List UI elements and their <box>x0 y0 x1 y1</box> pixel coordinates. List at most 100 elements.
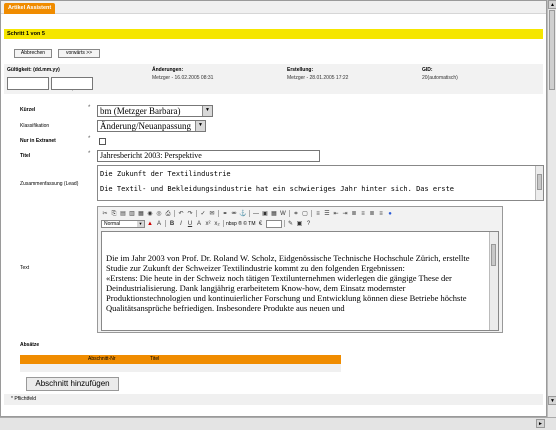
tab-artikel-assistent[interactable]: Artikel Assistent <box>4 3 56 14</box>
page-horizontal-scrollbar[interactable]: ► <box>0 417 556 430</box>
dictionary-icon[interactable]: ▣ <box>296 220 304 228</box>
undo-icon[interactable]: ↶ <box>177 210 185 218</box>
summary-textarea[interactable]: Die Zukunft der Textilindustrie Die Text… <box>97 165 544 201</box>
klass-label: Klassifikation <box>20 123 50 129</box>
text-color-icon[interactable]: ▲ <box>146 220 154 228</box>
editor-toolbar-row-1: ✂ ⎘ ▤ ▥ ▦ ◉ ◎ ⎙ ↶ ↷ ✓ ✉ ⚭ ⚮ ⚓ ― ▣ ▦ W ⌗ … <box>101 209 394 218</box>
page-vertical-scrollbar[interactable]: ▲ ▼ <box>547 0 556 417</box>
bold-icon[interactable]: B <box>168 220 176 228</box>
indent-icon[interactable]: ⇥ <box>341 210 349 218</box>
table-icon[interactable]: ▦ <box>270 210 278 218</box>
special-char-icon[interactable]: € <box>257 220 265 228</box>
required-star: * <box>88 151 91 157</box>
title-input[interactable]: Jahresbericht 2003: Perspektive <box>97 150 320 162</box>
summary-label: Zusammenfassung (Lead) <box>20 181 79 187</box>
chevron-down-icon: ▼ <box>202 106 212 116</box>
style-select[interactable]: Normal ▼ <box>101 219 145 228</box>
font-size-icon[interactable]: A <box>195 220 203 228</box>
replace-icon[interactable]: ◎ <box>155 210 163 218</box>
underline-icon[interactable]: U <box>186 220 194 228</box>
scroll-right-icon[interactable]: ► <box>536 419 545 428</box>
copy-icon[interactable]: ⎘ <box>110 210 118 218</box>
absaetze-table-header: Abschnitt-Nr Titel <box>20 355 341 364</box>
scroll-thumb[interactable] <box>491 244 496 266</box>
superscript-icon[interactable]: x² <box>204 220 212 228</box>
required-note: * Pflichtfeld <box>4 394 543 405</box>
italic-icon[interactable]: I <box>177 220 185 228</box>
nbsp-chars[interactable]: nbsp ® © TM <box>226 221 256 227</box>
changes-label: Änderungen: <box>152 67 184 73</box>
summary-line: Die Textil- und Bekleidungsindustrie hat… <box>100 185 455 193</box>
chevron-down-icon: ▼ <box>195 121 205 131</box>
align-center-icon[interactable]: ≡ <box>359 210 367 218</box>
summary-scrollbar[interactable] <box>535 166 543 200</box>
rich-text-editor: ✂ ⎘ ▤ ▥ ▦ ◉ ◎ ⎙ ↶ ↷ ✓ ✉ ⚭ ⚮ ⚓ ― ▣ ▦ W ⌗ … <box>97 206 503 333</box>
scroll-thumb[interactable] <box>549 10 555 90</box>
source-icon[interactable]: ⌗ <box>292 210 300 218</box>
required-star: * <box>88 105 91 111</box>
summary-line: Die Zukunft der Textilindustrie <box>100 170 231 178</box>
kuerzel-value: bm (Metzger Barbara) <box>100 106 181 116</box>
bg-color-icon[interactable]: A <box>155 220 163 228</box>
gid-label: GID: <box>422 67 433 73</box>
char-select[interactable] <box>265 219 282 228</box>
outdent-icon[interactable]: ⇤ <box>332 210 340 218</box>
klass-select[interactable]: Änderung/Neuanpassung ▼ <box>97 120 206 132</box>
validity-from-input[interactable] <box>7 77 49 90</box>
paste-text-icon[interactable]: ▥ <box>128 210 136 218</box>
image-icon[interactable]: ▣ <box>261 210 269 218</box>
wizard-frame: Artikel Assistent Schritt 1 von 5 Abbrec… <box>0 0 547 417</box>
gid-value: 20(automatisch) <box>422 75 458 81</box>
editor-content[interactable]: Die im Jahr 2003 von Prof. Dr. Roland W.… <box>101 231 499 331</box>
scroll-up-icon[interactable]: ▲ <box>548 0 556 9</box>
redo-icon[interactable]: ↷ <box>186 210 194 218</box>
absaetze-label: Absätze <box>20 342 40 348</box>
paste-icon[interactable]: ▤ <box>119 210 127 218</box>
anchor-icon[interactable]: ⚓ <box>239 210 247 218</box>
bullet-list-icon[interactable]: ☰ <box>323 210 331 218</box>
editor-paragraph: Die im Jahr 2003 von Prof. Dr. Roland W.… <box>106 253 470 273</box>
align-right-icon[interactable]: ≣ <box>368 210 376 218</box>
created-label: Erstellung: <box>287 67 314 73</box>
rule-icon[interactable]: ― <box>252 210 260 218</box>
color-icon[interactable]: ● <box>386 210 394 218</box>
justify-icon[interactable]: ≡ <box>377 210 385 218</box>
help-icon[interactable]: ? <box>305 220 313 228</box>
cut-icon[interactable]: ✂ <box>101 210 109 218</box>
validity-to-input[interactable]: . <box>51 77 93 93</box>
klass-value: Änderung/Neuanpassung <box>100 121 191 131</box>
scroll-thumb[interactable] <box>537 174 542 190</box>
editor-toolbar-row-2: Normal ▼ ▲ A B I U A x² x₂ nbsp ® © TM €… <box>101 219 313 228</box>
meta-panel: Gültigkeit: (dd.mm.yy) . Änderungen: Met… <box>4 64 543 94</box>
required-star: * <box>88 136 91 142</box>
spellcheck-icon[interactable]: ✓ <box>199 210 207 218</box>
cancel-button[interactable]: Abbrechen <box>14 49 52 58</box>
print-icon[interactable]: ⎙ <box>164 210 172 218</box>
step-indicator: Schritt 1 von 5 <box>4 29 543 39</box>
find-icon[interactable]: ◉ <box>146 210 154 218</box>
subscript-icon[interactable]: x₂ <box>213 220 221 228</box>
unlink-icon[interactable]: ⚮ <box>230 210 238 218</box>
style-value: Normal <box>104 220 121 227</box>
paste-word-icon[interactable]: ▦ <box>137 210 145 218</box>
created-value: Metzger - 28.01.2005 17:22 <box>287 75 349 81</box>
validity-label: Gültigkeit: (dd.mm.yy) <box>7 67 60 73</box>
preview-icon[interactable]: ▢ <box>301 210 309 218</box>
add-section-button[interactable]: Abschnitt hinzufügen <box>26 377 119 391</box>
ordered-list-icon[interactable]: ≡ <box>314 210 322 218</box>
mail-icon[interactable]: ✉ <box>208 210 216 218</box>
align-left-icon[interactable]: ≣ <box>350 210 358 218</box>
word-icon[interactable]: W <box>279 210 287 218</box>
next-button[interactable]: vorwärts >> <box>58 49 100 58</box>
tab-bar: Artikel Assistent <box>1 1 546 14</box>
col-titel: Titel <box>150 356 160 362</box>
absaetze-table-row <box>20 364 341 372</box>
link-icon[interactable]: ⚭ <box>221 210 229 218</box>
col-abschnitt-nr: Abschnitt-Nr <box>88 356 116 362</box>
editor-scrollbar[interactable] <box>489 232 498 330</box>
kuerzel-select[interactable]: bm (Metzger Barbara) ▼ <box>97 105 213 117</box>
editor-paragraph: «Erstens: Die heute in der Schweiz noch … <box>106 273 467 313</box>
paintbrush-icon[interactable]: ✎ <box>287 220 295 228</box>
scroll-down-icon[interactable]: ▼ <box>548 396 556 405</box>
extranet-checkbox[interactable] <box>99 138 106 145</box>
